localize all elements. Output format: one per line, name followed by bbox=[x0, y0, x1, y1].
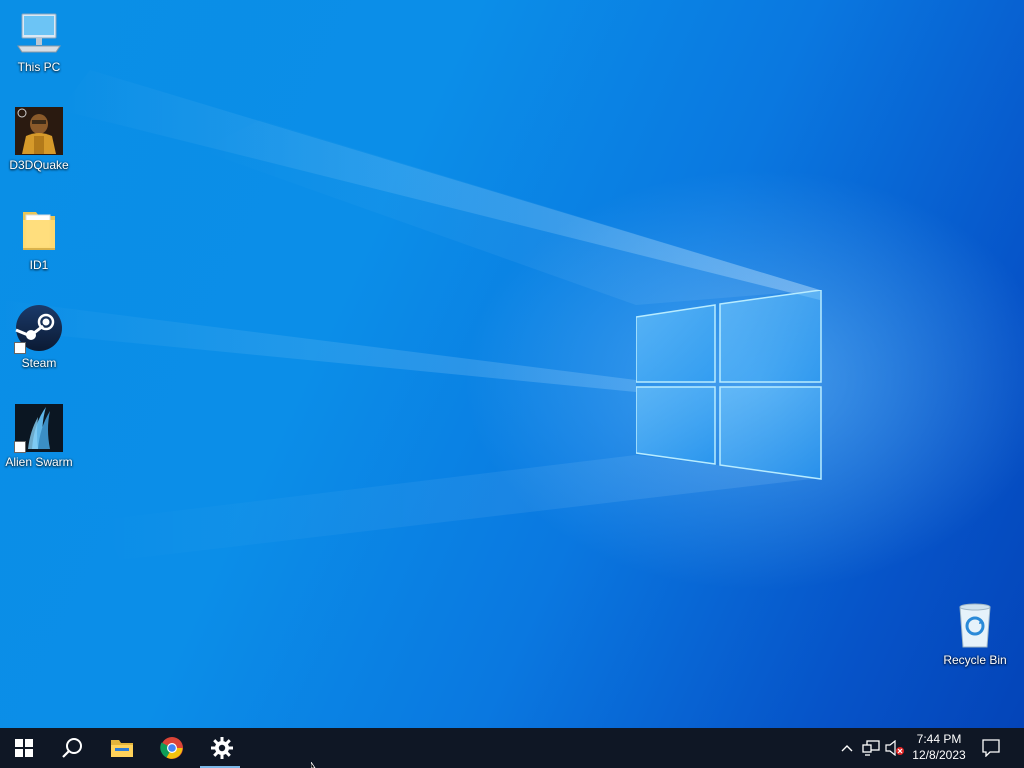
desktop-icon-label: ID1 bbox=[29, 258, 49, 272]
settings-icon bbox=[211, 737, 233, 759]
shortcut-arrow-icon bbox=[14, 441, 26, 453]
volume-muted-icon bbox=[885, 740, 904, 756]
steam-icon bbox=[14, 304, 64, 354]
taskbar-settings[interactable] bbox=[198, 728, 246, 768]
desktop-icon-label: Steam bbox=[21, 356, 57, 370]
desktop-icon-d3dquake[interactable]: D3DQuake bbox=[1, 106, 77, 172]
action-center-button[interactable] bbox=[978, 728, 1004, 768]
windows-start-icon bbox=[15, 739, 33, 757]
file-explorer-icon bbox=[111, 740, 133, 757]
clock-date: 12/8/2023 bbox=[912, 748, 966, 762]
show-hidden-icons-button[interactable] bbox=[836, 728, 858, 768]
chevron-up-icon bbox=[841, 745, 853, 752]
desktop-icon-label: Recycle Bin bbox=[943, 653, 1007, 667]
shortcut-arrow-icon bbox=[14, 342, 26, 354]
search-icon bbox=[62, 738, 82, 758]
start-button[interactable] bbox=[0, 728, 48, 768]
desktop-icon-steam[interactable]: Steam bbox=[1, 304, 77, 370]
alien-swarm-icon bbox=[14, 403, 64, 453]
network-button[interactable] bbox=[860, 728, 882, 768]
mouse-cursor-icon bbox=[311, 762, 316, 768]
windows-logo-wallpaper bbox=[636, 290, 822, 480]
search-button[interactable] bbox=[48, 728, 96, 768]
computer-icon bbox=[14, 8, 64, 58]
desktop-icon-this-pc[interactable]: This PC bbox=[1, 8, 77, 74]
desktop-icon-label: D3DQuake bbox=[9, 158, 69, 172]
quake-icon bbox=[14, 106, 64, 156]
desktop-icon-recycle-bin[interactable]: Recycle Bin bbox=[937, 601, 1013, 667]
taskbar-chrome[interactable] bbox=[148, 728, 196, 768]
desktop-icon-alien-swarm[interactable]: Alien Swarm bbox=[1, 403, 77, 469]
desktop-icon-label: Alien Swarm bbox=[5, 455, 73, 469]
desktop-icon-id1[interactable]: ID1 bbox=[1, 206, 77, 272]
folder-icon bbox=[14, 206, 64, 256]
taskbar-clock[interactable]: 7:44 PM 12/8/2023 bbox=[906, 728, 972, 768]
recycle-bin-icon bbox=[950, 601, 1000, 651]
action-center-icon bbox=[982, 739, 1000, 757]
clock-time: 7:44 PM bbox=[916, 732, 962, 746]
taskbar-file-explorer[interactable] bbox=[98, 728, 146, 768]
wallpaper-light-beams bbox=[0, 70, 820, 560]
desktop[interactable]: This PC D3DQuake ID1 Steam Alien Swarm R… bbox=[0, 0, 1024, 728]
chrome-icon bbox=[160, 737, 183, 759]
taskbar[interactable]: 7:44 PM 12/8/2023 bbox=[0, 728, 1024, 768]
volume-button[interactable] bbox=[884, 728, 906, 768]
desktop-icon-label: This PC bbox=[17, 60, 61, 74]
network-icon bbox=[862, 740, 880, 756]
